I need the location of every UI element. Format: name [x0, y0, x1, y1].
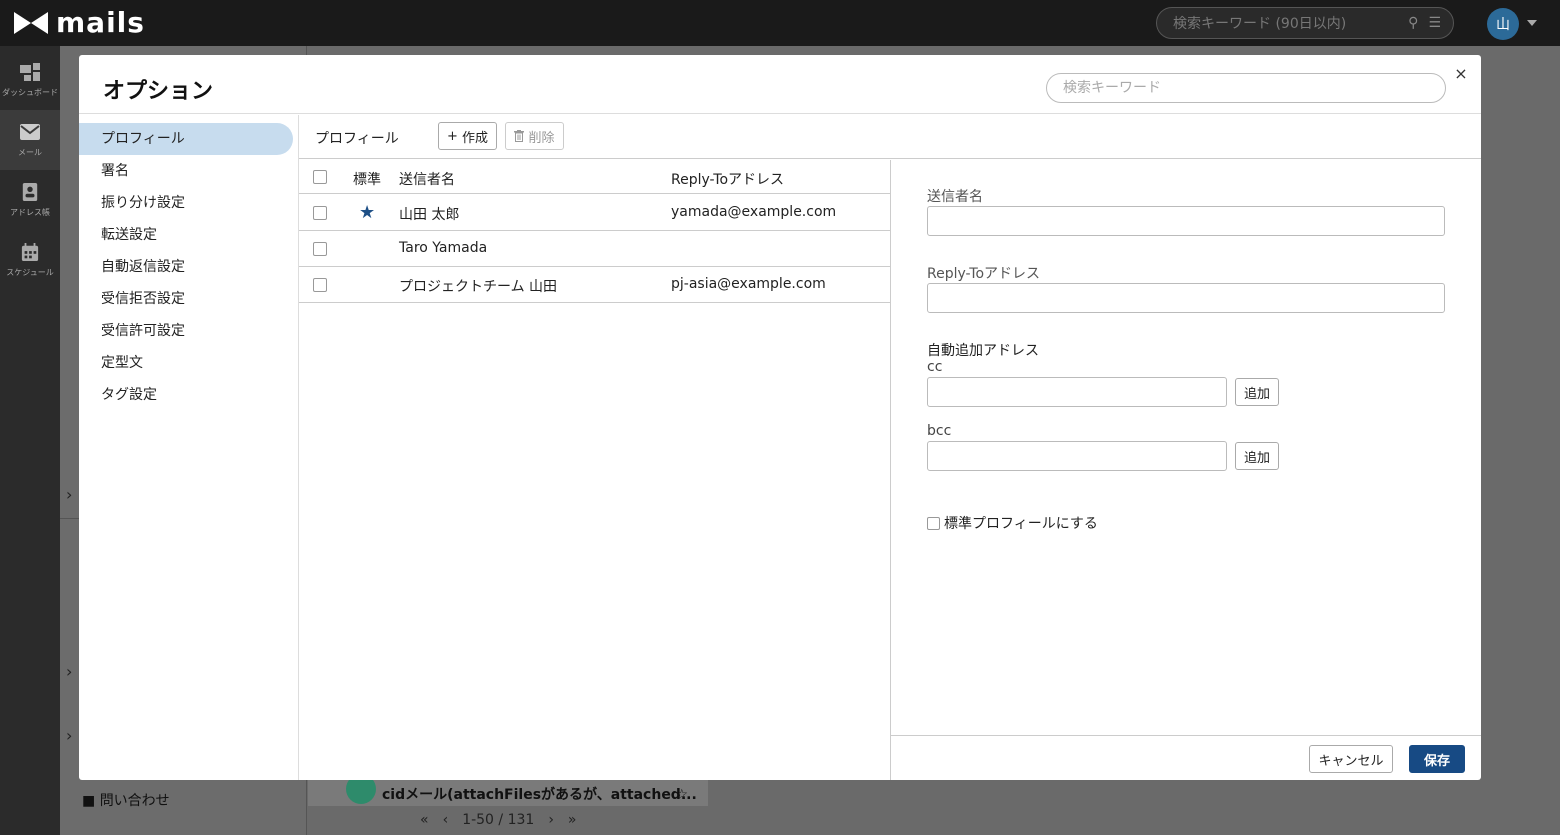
- chevron-right-icon[interactable]: ›: [66, 485, 72, 504]
- create-label: 作成: [461, 130, 488, 146]
- last-page-icon[interactable]: »: [568, 812, 577, 828]
- top-bar: mails 検索キーワード (90日以内) ⚲ ☰ 山: [0, 0, 1560, 46]
- table-row[interactable]: Taro Yamada: [299, 231, 890, 267]
- row-checkbox[interactable]: [313, 278, 327, 292]
- dialog-header: オプション ×: [79, 55, 1481, 114]
- nav-address-book[interactable]: アドレス帳: [0, 170, 60, 230]
- star-filled-icon: ★: [359, 202, 376, 223]
- dialog-title: オプション: [103, 79, 214, 104]
- sidebar-item-sorting[interactable]: 振り分け設定: [79, 187, 293, 219]
- pager: « ‹ 1-50 / 131 › »: [420, 812, 620, 828]
- pager-range: 1-50 / 131: [462, 812, 535, 828]
- table-row[interactable]: ★ 山田 太郎 yamada@example.com: [299, 195, 890, 231]
- options-search-input[interactable]: [1046, 73, 1446, 103]
- standard-profile-option[interactable]: 標準プロフィールにする: [927, 513, 1098, 533]
- chevron-down-icon[interactable]: [1527, 20, 1537, 26]
- profile-table: 標準 送信者名 Reply-Toアドレス ★ 山田 太郎 yamada@exam…: [299, 160, 891, 780]
- mail-row[interactable]: cidメール(attachFilesがあるが、attached... ☆: [308, 780, 708, 806]
- prev-page-icon[interactable]: ‹: [443, 812, 449, 828]
- cancel-button[interactable]: キャンセル: [1309, 745, 1393, 773]
- sidebar-item-forwarding[interactable]: 転送設定: [79, 219, 293, 251]
- sender-name-field[interactable]: [927, 206, 1445, 236]
- auto-add-label: 自動追加アドレス: [927, 343, 1039, 359]
- nav-schedule-label: スケジュール: [6, 267, 54, 277]
- profile-content: プロフィール + 作成 削除 標準 送信者名 Reply-Toアドレス ★ 山田…: [299, 115, 1481, 780]
- nav-schedule[interactable]: スケジュール: [0, 230, 60, 290]
- cc-field[interactable]: [927, 377, 1227, 407]
- bcc-field[interactable]: [927, 441, 1227, 471]
- reply-to-label: Reply-Toアドレス: [927, 266, 1041, 282]
- sidebar-item-templates[interactable]: 定型文: [79, 347, 293, 379]
- app-logo[interactable]: mails: [14, 6, 145, 39]
- user-avatar[interactable]: 山: [1487, 8, 1519, 40]
- sidebar-item-block-list[interactable]: 受信拒否設定: [79, 283, 293, 315]
- folder-label: 問い合わせ: [99, 793, 170, 809]
- toolbar-title: プロフィール: [315, 131, 399, 147]
- left-nav: ダッシュボード メール アドレス帳 スケジュール: [0, 46, 60, 835]
- header-sender: 送信者名: [399, 172, 455, 188]
- nav-dashboard[interactable]: ダッシュボード: [0, 50, 60, 110]
- table-row[interactable]: プロジェクトチーム 山田 pj-asia@example.com: [299, 267, 890, 303]
- mail-subject: cidメール(attachFilesがあるが、attached...: [382, 787, 697, 803]
- row-checkbox[interactable]: [313, 242, 327, 256]
- star-outline-icon[interactable]: ☆: [675, 780, 688, 806]
- select-all-checkbox[interactable]: [313, 170, 327, 184]
- dashboard-icon: [20, 62, 40, 81]
- save-button[interactable]: 保存: [1409, 745, 1465, 773]
- nav-address-book-label: アドレス帳: [10, 207, 50, 217]
- next-page-icon[interactable]: ›: [548, 812, 554, 828]
- cc-label: cc: [927, 359, 943, 375]
- plus-icon: +: [447, 128, 458, 144]
- options-dialog: オプション × プロフィール 署名 振り分け設定 転送設定 自動返信設定 受信拒…: [79, 55, 1481, 780]
- header-standard: 標準: [353, 172, 381, 188]
- trash-icon: [514, 130, 525, 142]
- profile-form: 送信者名 Reply-Toアドレス 自動追加アドレス cc 追加 bcc 追加 …: [891, 160, 1481, 780]
- row-sender: Taro Yamada: [399, 240, 488, 256]
- address-book-icon: [22, 182, 38, 201]
- filter-settings-icon[interactable]: ☰: [1428, 15, 1441, 31]
- search-icon[interactable]: ⚲: [1408, 15, 1418, 31]
- row-reply-to: yamada@example.com: [671, 204, 837, 220]
- chevron-right-icon[interactable]: ›: [66, 726, 72, 745]
- add-cc-button[interactable]: 追加: [1235, 378, 1279, 406]
- bcc-label: bcc: [927, 423, 952, 439]
- mail-icon: [20, 123, 40, 140]
- dialog-footer: キャンセル 保存: [891, 735, 1481, 780]
- sidebar-item-tags[interactable]: タグ設定: [79, 379, 293, 411]
- table-header: 標準 送信者名 Reply-Toアドレス: [299, 160, 890, 194]
- nav-dashboard-label: ダッシュボード: [2, 87, 58, 97]
- add-bcc-button[interactable]: 追加: [1235, 442, 1279, 470]
- delete-label: 削除: [528, 130, 555, 146]
- row-reply-to: pj-asia@example.com: [671, 276, 826, 292]
- sidebar-item-signature[interactable]: 署名: [79, 155, 293, 187]
- sidebar-item-profile[interactable]: プロフィール: [79, 123, 293, 155]
- delete-button[interactable]: 削除: [505, 122, 564, 150]
- row-sender: 山田 太郎: [399, 207, 460, 223]
- reply-to-field[interactable]: [927, 283, 1445, 313]
- folder-item[interactable]: ■ 問い合わせ: [82, 790, 170, 810]
- row-checkbox[interactable]: [313, 206, 327, 220]
- options-sidebar: プロフィール 署名 振り分け設定 転送設定 自動返信設定 受信拒否設定 受信許可…: [79, 115, 299, 780]
- row-sender: プロジェクトチーム 山田: [399, 279, 558, 295]
- nav-mail[interactable]: メール: [0, 110, 60, 170]
- sender-avatar: [346, 780, 376, 804]
- header-reply-to: Reply-Toアドレス: [671, 172, 785, 188]
- sidebar-item-allow-list[interactable]: 受信許可設定: [79, 315, 293, 347]
- standard-profile-label: 標準プロフィールにする: [944, 516, 1098, 532]
- nav-mail-label: メール: [18, 147, 42, 157]
- sender-label: 送信者名: [927, 189, 983, 205]
- create-button[interactable]: + 作成: [438, 122, 497, 150]
- first-page-icon[interactable]: «: [420, 812, 429, 828]
- chevron-right-icon[interactable]: ›: [66, 662, 72, 681]
- global-search-placeholder: 検索キーワード (90日以内): [1173, 16, 1347, 32]
- calendar-icon: [21, 242, 39, 261]
- global-search[interactable]: 検索キーワード (90日以内) ⚲ ☰: [1156, 7, 1454, 39]
- logo-mark-icon: [14, 8, 48, 38]
- profile-toolbar: プロフィール + 作成 削除: [299, 115, 1481, 159]
- sidebar-item-auto-reply[interactable]: 自動返信設定: [79, 251, 293, 283]
- standard-profile-checkbox[interactable]: [927, 516, 940, 530]
- logo-text: mails: [56, 6, 145, 39]
- close-icon[interactable]: ×: [1453, 65, 1469, 83]
